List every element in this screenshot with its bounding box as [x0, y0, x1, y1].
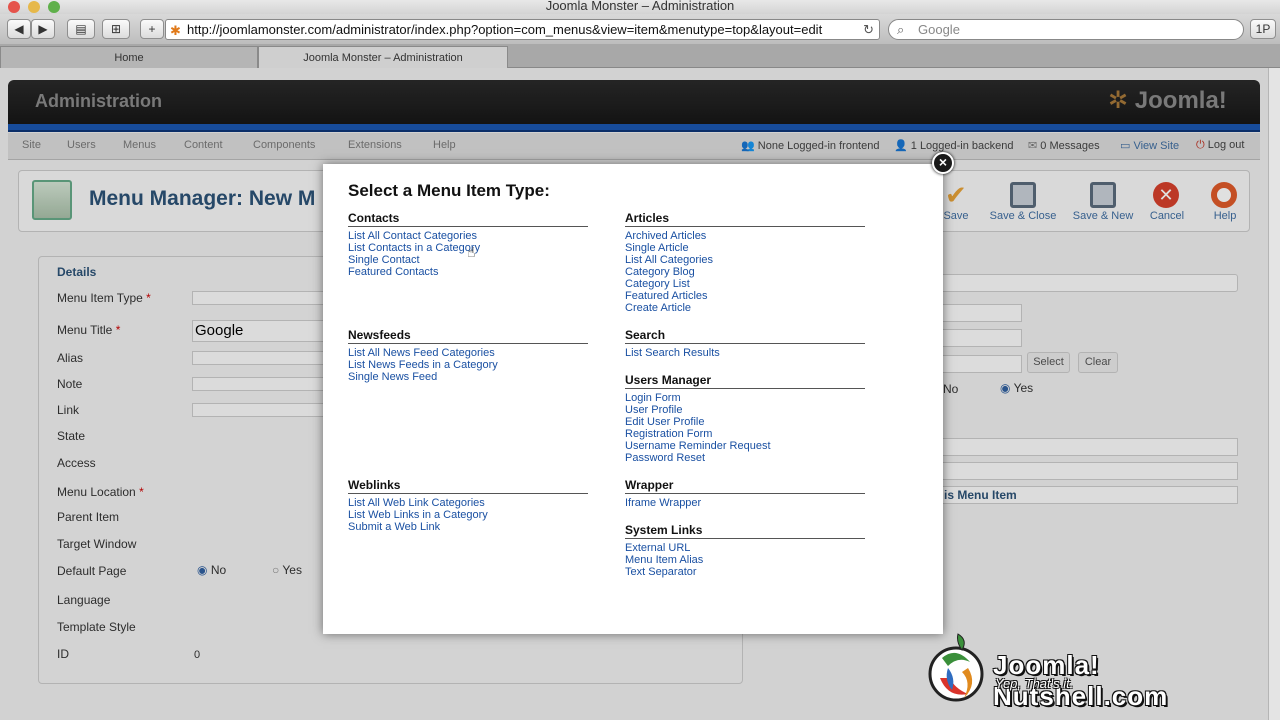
menu-item-type-modal: Select a Menu Item Type: Contacts List A… [323, 164, 943, 634]
group-title: Articles [625, 212, 865, 227]
group-newsfeeds: Newsfeeds List All News Feed Categories … [348, 329, 588, 383]
minimize-window-icon[interactable] [28, 1, 40, 13]
group-title: Wrapper [625, 479, 865, 494]
item-menu-item-alias[interactable]: Menu Item Alias [625, 554, 865, 566]
item-category-blog[interactable]: Category Blog [625, 266, 865, 278]
close-modal-button[interactable]: × [932, 152, 954, 174]
add-bookmark-button[interactable]: + [140, 19, 164, 39]
search-placeholder: Google [918, 22, 960, 37]
tab-home[interactable]: Home [0, 46, 258, 68]
reload-icon[interactable]: ↻ [863, 20, 874, 39]
item-iframe-wrapper[interactable]: Iframe Wrapper [625, 497, 865, 509]
item-list-all-contact-categories[interactable]: List All Contact Categories [348, 230, 588, 242]
bookmarks-button[interactable]: ⊞ [102, 19, 130, 39]
group-wrapper: Wrapper Iframe Wrapper [625, 479, 865, 509]
item-password-reset[interactable]: Password Reset [625, 452, 865, 464]
group-articles: Articles Archived Articles Single Articl… [625, 212, 865, 314]
item-list-all-web-link-categories[interactable]: List All Web Link Categories [348, 497, 588, 509]
url-text: http://joomlamonster.com/administrator/i… [187, 22, 823, 37]
item-list-all-news-feed-categories[interactable]: List All News Feed Categories [348, 347, 588, 359]
group-title: Weblinks [348, 479, 588, 494]
hand-cursor-icon: ☝ [467, 244, 476, 260]
item-submit-web-link[interactable]: Submit a Web Link [348, 521, 588, 533]
browser-toolbar: ◀ ▶ ▤ ⊞ + ✱ http://joomlamonster.com/adm… [0, 14, 1280, 44]
address-bar[interactable]: ✱ http://joomlamonster.com/administrator… [165, 19, 880, 40]
item-list-all-categories[interactable]: List All Categories [625, 254, 865, 266]
item-username-reminder-request[interactable]: Username Reminder Request [625, 440, 865, 452]
group-weblinks: Weblinks List All Web Link Categories Li… [348, 479, 588, 533]
item-category-list[interactable]: Category List [625, 278, 865, 290]
forward-button[interactable]: ▶ [31, 19, 55, 39]
group-users-manager: Users Manager Login Form User Profile Ed… [625, 374, 865, 464]
zoom-window-icon[interactable] [48, 1, 60, 13]
tab-joomla-admin[interactable]: Joomla Monster – Administration [258, 46, 508, 68]
group-title: Users Manager [625, 374, 865, 389]
password-button[interactable]: 1P [1250, 19, 1276, 39]
item-user-profile[interactable]: User Profile [625, 404, 865, 416]
item-text-separator[interactable]: Text Separator [625, 566, 865, 578]
item-list-news-feeds-in-category[interactable]: List News Feeds in a Category [348, 359, 588, 371]
group-title: Search [625, 329, 865, 344]
history-button[interactable]: ▤ [67, 19, 95, 39]
window-titlebar: Joomla Monster – Administration [0, 0, 1280, 14]
group-search: Search List Search Results [625, 329, 865, 359]
scrollbar[interactable] [1268, 68, 1280, 720]
group-title: Contacts [348, 212, 588, 227]
group-title: Newsfeeds [348, 329, 588, 344]
item-featured-contacts[interactable]: Featured Contacts [348, 266, 588, 278]
site-favicon-icon: ✱ [170, 23, 181, 38]
nutshell-logo-icon [928, 628, 988, 712]
item-registration-form[interactable]: Registration Form [625, 428, 865, 440]
item-single-article[interactable]: Single Article [625, 242, 865, 254]
search-input[interactable]: ⌕ Google [888, 19, 1244, 40]
item-create-article[interactable]: Create Article [625, 302, 865, 314]
back-button[interactable]: ◀ [7, 19, 31, 39]
item-featured-articles[interactable]: Featured Articles [625, 290, 865, 302]
tab-bar: Home Joomla Monster – Administration [0, 44, 1280, 68]
group-title: System Links [625, 524, 865, 539]
search-icon: ⌕ [897, 22, 905, 37]
item-archived-articles[interactable]: Archived Articles [625, 230, 865, 242]
group-system-links: System Links External URL Menu Item Alia… [625, 524, 865, 578]
item-list-web-links-in-category[interactable]: List Web Links in a Category [348, 509, 588, 521]
close-window-icon[interactable] [8, 1, 20, 13]
item-external-url[interactable]: External URL [625, 542, 865, 554]
watermark-tagline: Yep, That's it. [995, 676, 1074, 691]
item-edit-user-profile[interactable]: Edit User Profile [625, 416, 865, 428]
item-list-search-results[interactable]: List Search Results [625, 347, 865, 359]
item-login-form[interactable]: Login Form [625, 392, 865, 404]
window-title: Joomla Monster – Administration [545, 0, 735, 13]
modal-title: Select a Menu Item Type: [348, 181, 550, 200]
item-single-news-feed[interactable]: Single News Feed [348, 371, 588, 383]
